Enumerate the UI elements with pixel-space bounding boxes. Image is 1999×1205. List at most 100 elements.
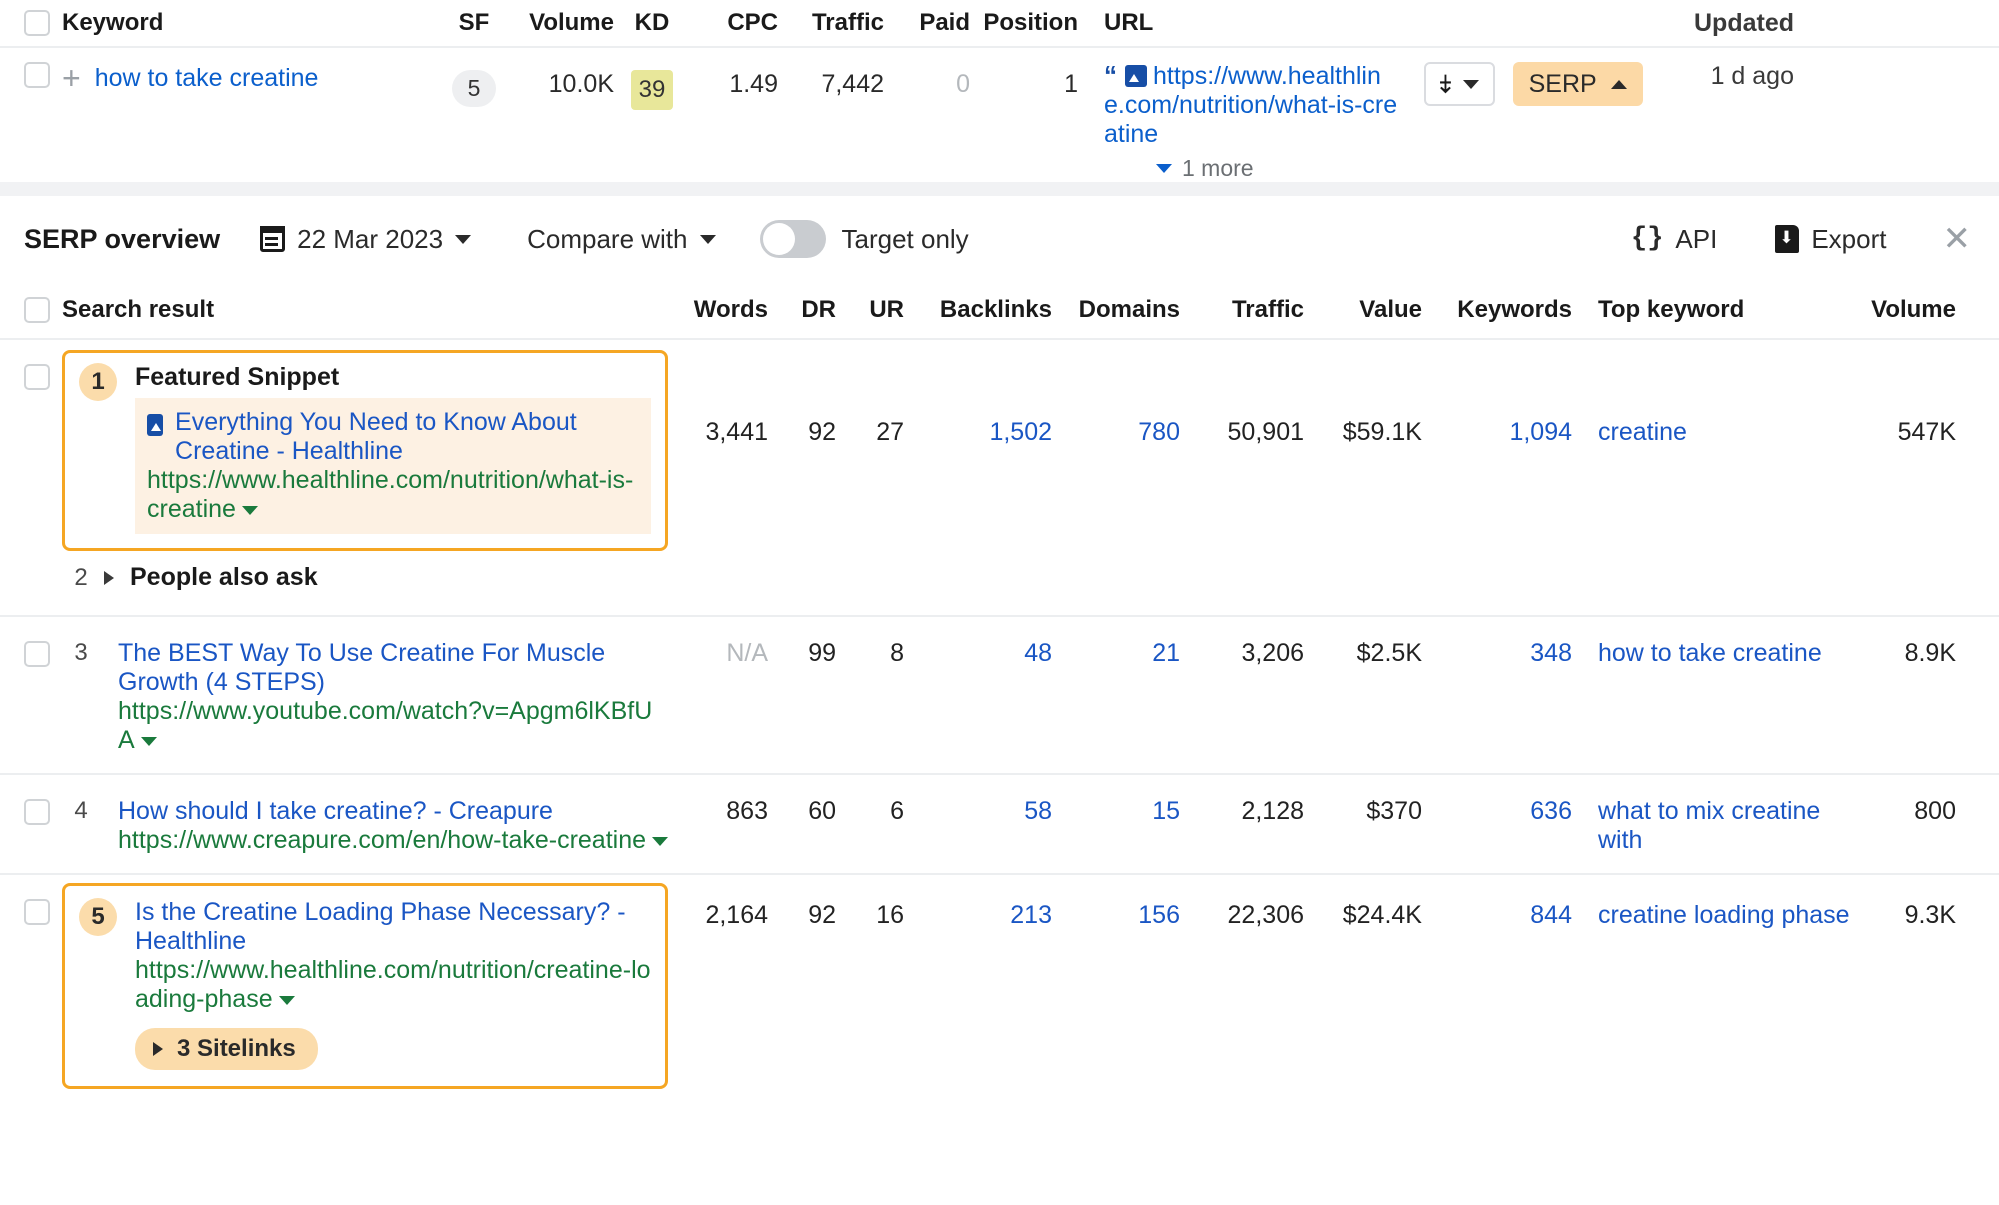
value-cell: $24.4K	[1342, 901, 1422, 929]
result-url-link[interactable]: https://www.youtube.com/watch?v=Apgm6lKB…	[118, 697, 668, 755]
column-header-updated[interactable]: Updated	[1694, 9, 1818, 38]
keywords-cell[interactable]: 636	[1422, 775, 1572, 826]
sitelinks-toggle[interactable]: 3 Sitelinks	[135, 1028, 318, 1070]
column-header-traffic[interactable]: Traffic	[778, 9, 884, 37]
result-url-link[interactable]: https://www.healthline.com/nutrition/cre…	[135, 956, 651, 1014]
top-keyword-cell[interactable]: how to take creatine	[1572, 617, 1850, 668]
keyword-row-checkbox[interactable]	[24, 62, 50, 88]
column-header-domains[interactable]: Domains	[1052, 296, 1180, 324]
column-header-value[interactable]: Value	[1304, 296, 1422, 324]
backlinks-cell[interactable]: 213	[904, 875, 1052, 930]
result-url-link[interactable]: https://www.creapure.com/en/how-take-cre…	[118, 826, 669, 855]
image-pack-icon	[147, 414, 164, 436]
result-title-link[interactable]: Is the Creatine Loading Phase Necessary?…	[135, 898, 651, 956]
serp-feature-label: Featured Snippet	[135, 363, 340, 391]
keywords-cell[interactable]: 348	[1422, 617, 1572, 668]
column-header-ur[interactable]: UR	[836, 296, 904, 324]
column-header-serp-volume[interactable]: Volume	[1850, 296, 1980, 324]
compare-with-dropdown[interactable]: Compare with	[527, 224, 716, 255]
keyword-link[interactable]: how to take creatine	[95, 64, 319, 93]
domains-cell[interactable]: 15	[1052, 775, 1180, 826]
column-header-keyword[interactable]: Keyword	[62, 9, 440, 37]
metrics-chart-button[interactable]: ⤈	[1424, 62, 1495, 106]
download-icon	[1775, 225, 1800, 253]
column-header-serp-traffic[interactable]: Traffic	[1180, 296, 1304, 324]
select-all-results-cell	[0, 297, 62, 323]
backlinks-cell[interactable]: 1,502	[904, 340, 1052, 447]
chevron-down-icon[interactable]	[278, 995, 295, 1005]
value-cell: $370	[1366, 797, 1422, 825]
column-header-search-result[interactable]: Search result	[62, 296, 668, 324]
domains-cell[interactable]: 21	[1052, 617, 1180, 668]
chevron-down-icon[interactable]	[140, 736, 157, 746]
search-result-cell: 2 People also ask	[62, 551, 668, 604]
column-header-cpc[interactable]: CPC	[690, 9, 778, 37]
add-keyword-icon[interactable]: +	[62, 62, 81, 94]
result-url-link[interactable]: https://www.healthline.com/nutrition/wha…	[147, 466, 639, 524]
serp-row-checkbox[interactable]	[24, 799, 50, 825]
export-button[interactable]: Export	[1775, 224, 1887, 255]
braces-icon: {}	[1631, 224, 1664, 254]
serp-volume-cell: 8.9K	[1904, 639, 1956, 667]
column-header-volume[interactable]: Volume	[508, 9, 614, 37]
result-title-link[interactable]: The BEST Way To Use Creatine For Muscle …	[118, 639, 668, 697]
value-cell: $2.5K	[1356, 639, 1422, 667]
chevron-down-icon[interactable]	[241, 505, 258, 515]
column-header-position[interactable]: Position	[970, 9, 1078, 37]
keywords-cell[interactable]: 1,094	[1422, 340, 1572, 447]
serp-toggle-button[interactable]: SERP	[1512, 62, 1643, 106]
column-header-backlinks[interactable]: Backlinks	[904, 296, 1052, 324]
sf-cell: 5	[440, 62, 508, 107]
date-picker[interactable]: 22 Mar 2023	[260, 223, 472, 255]
result-title-link[interactable]: How should I take creatine? - Creapure	[118, 797, 668, 826]
date-picker-value: 22 Mar 2023	[297, 223, 444, 254]
serp-button-label: SERP	[1528, 69, 1597, 98]
close-icon[interactable]: ✕	[1943, 222, 1972, 256]
kd-cell: 39	[614, 62, 690, 110]
column-header-url[interactable]: URL	[1078, 9, 1398, 37]
column-header-dr[interactable]: DR	[768, 296, 836, 324]
column-header-sf[interactable]: SF	[440, 9, 508, 37]
keyword-cell: + how to take creatine	[62, 62, 440, 94]
highlight-box: 1 Featured Snippet Everything You Need t…	[62, 350, 668, 551]
select-all-keywords-checkbox[interactable]	[24, 10, 50, 36]
chevron-down-icon[interactable]	[652, 836, 669, 846]
column-header-keywords[interactable]: Keywords	[1422, 296, 1572, 324]
serp-row-checkbox[interactable]	[24, 364, 50, 390]
expand-right-icon[interactable]	[104, 570, 114, 585]
target-only-toggle[interactable]	[759, 220, 826, 258]
chevron-down-icon	[1462, 79, 1479, 89]
column-header-words[interactable]: Words	[668, 296, 768, 324]
keyword-table-header: Keyword SF Volume KD CPC Traffic Paid Po…	[0, 0, 1999, 48]
top-keyword-cell[interactable]: creatine loading phase	[1572, 875, 1850, 930]
url-link[interactable]: https://www.healthline.com/nutrition/wha…	[1104, 62, 1397, 148]
result-title-link[interactable]: Everything You Need to Know About Creati…	[175, 408, 639, 466]
featured-snippet-icon: “	[1104, 60, 1117, 90]
more-urls-toggle[interactable]: 1 more	[1104, 155, 1398, 182]
domains-cell[interactable]: 156	[1052, 875, 1180, 930]
dr-cell: 92	[808, 418, 836, 446]
top-keyword-cell[interactable]: what to mix creatine with	[1572, 775, 1850, 855]
api-button[interactable]: {} API	[1631, 224, 1717, 255]
domains-cell[interactable]: 780	[1052, 340, 1180, 447]
serp-row-checkbox[interactable]	[24, 641, 50, 667]
keywords-cell[interactable]: 844	[1422, 875, 1572, 930]
backlinks-cell[interactable]: 48	[904, 617, 1052, 668]
column-header-paid[interactable]: Paid	[884, 9, 970, 37]
calendar-icon	[260, 226, 286, 252]
backlinks-cell[interactable]: 58	[904, 775, 1052, 826]
volume-cell: 10.0K	[548, 70, 614, 98]
column-header-top-keyword[interactable]: Top keyword	[1572, 296, 1850, 324]
column-header-kd[interactable]: KD	[614, 9, 690, 37]
dr-cell: 92	[808, 901, 836, 929]
url-cell: “ https://www.healthline.com/nutrition/w…	[1078, 62, 1398, 182]
ur-cell: 6	[890, 797, 904, 825]
people-also-ask-row[interactable]: 2 People also ask	[62, 563, 668, 592]
sparkline-icon: ⤈	[1440, 70, 1451, 97]
words-cell: 3,441	[705, 418, 768, 446]
search-result-cell: 1 Featured Snippet Everything You Need t…	[62, 340, 668, 551]
chevron-down-icon	[699, 234, 716, 244]
select-all-results-checkbox[interactable]	[24, 297, 50, 323]
top-keyword-cell[interactable]: creatine	[1572, 340, 1850, 447]
serp-row-checkbox[interactable]	[24, 899, 50, 925]
